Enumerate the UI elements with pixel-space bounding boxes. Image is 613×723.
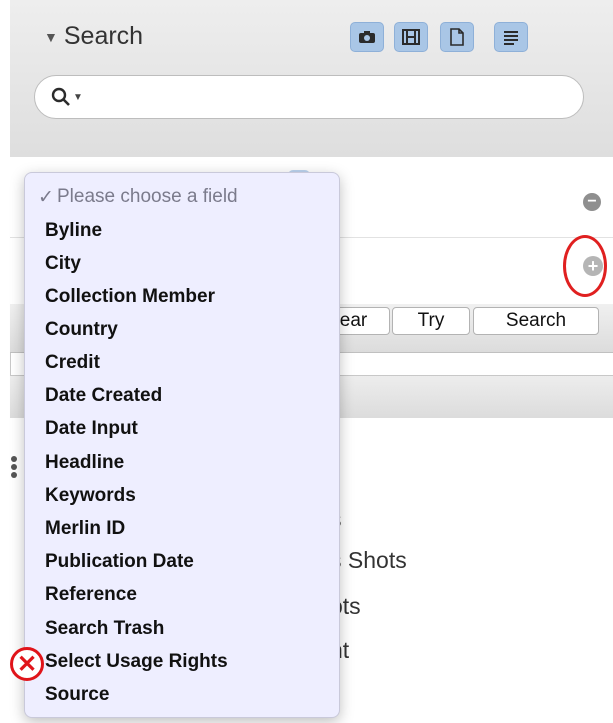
menu-item-byline[interactable]: Byline	[45, 220, 102, 242]
menu-item-date-input[interactable]: Date Input	[45, 418, 138, 440]
highlight-circle	[563, 235, 607, 297]
menu-item-placeholder[interactable]: Please choose a field	[57, 186, 238, 208]
remove-criteria-button[interactable]: −	[583, 193, 601, 211]
search-section-title: Search	[63, 22, 144, 50]
disclosure-triangle-icon: ▼	[44, 28, 58, 45]
error-x-icon: ✕	[10, 647, 44, 681]
document-filter-button[interactable]	[440, 22, 474, 52]
text-filter-button[interactable]	[494, 22, 528, 52]
video-filter-button[interactable]	[394, 22, 428, 52]
search-button[interactable]: Search	[473, 307, 599, 335]
menu-item-reference[interactable]: Reference	[45, 584, 137, 606]
menu-item-collection-member[interactable]: Collection Member	[45, 286, 215, 308]
film-icon	[402, 29, 420, 45]
search-section-toggle[interactable]: ▼ Search	[44, 22, 143, 51]
menu-item-merlin-id[interactable]: Merlin ID	[45, 518, 125, 540]
camera-icon	[359, 31, 375, 43]
menu-item-date-created[interactable]: Date Created	[45, 385, 162, 407]
menu-item-country[interactable]: Country	[45, 319, 118, 341]
menu-item-headline[interactable]: Headline	[45, 452, 124, 474]
search-icon	[51, 87, 70, 106]
try-button[interactable]: Try	[392, 307, 470, 335]
menu-item-publication-date[interactable]: Publication Date	[45, 551, 194, 573]
photo-filter-button[interactable]	[350, 22, 384, 52]
menu-item-select-usage-rights[interactable]: Select Usage Rights	[45, 651, 228, 673]
menu-item-keywords[interactable]: Keywords	[45, 485, 136, 507]
menu-item-source[interactable]: Source	[45, 684, 109, 706]
menu-item-city[interactable]: City	[45, 253, 81, 275]
document-icon	[450, 28, 464, 46]
list-icon	[504, 31, 518, 45]
menu-item-credit[interactable]: Credit	[45, 352, 100, 374]
search-options-button[interactable]: ▼	[51, 87, 83, 107]
search-input[interactable]: ▼	[34, 75, 584, 119]
checkmark-icon: ✓	[38, 187, 54, 208]
menu-item-search-trash[interactable]: Search Trash	[45, 618, 164, 640]
chevron-down-icon: ▼	[73, 91, 83, 103]
grip-icon	[10, 455, 18, 485]
result-item[interactable]: s Shots	[330, 547, 407, 574]
